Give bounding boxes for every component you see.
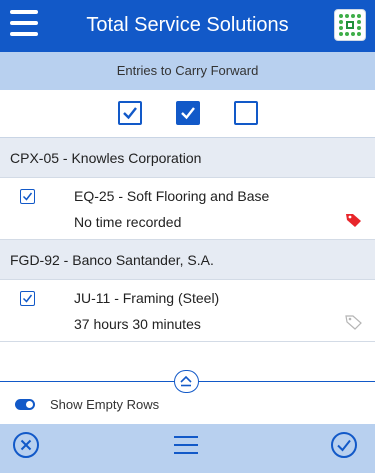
- entry-row[interactable]: JU-11 - Framing (Steel) 37 hours 30 minu…: [0, 280, 375, 342]
- check-circle-icon[interactable]: [330, 431, 358, 459]
- hamburger-menu-icon[interactable]: [10, 10, 38, 40]
- group-header: FGD-92 - Banco Santander, S.A.: [0, 240, 375, 280]
- app-header: Total Service Solutions: [0, 0, 375, 52]
- carry-forward-heading: Entries to Carry Forward: [0, 52, 375, 90]
- app-title: Total Service Solutions: [86, 14, 289, 36]
- entry-checkbox[interactable]: [20, 189, 35, 204]
- app-logo-icon[interactable]: [334, 9, 366, 41]
- tag-outline-icon[interactable]: [345, 314, 363, 335]
- tag-red-icon[interactable]: [345, 212, 363, 233]
- filter-checkbox-bar: [0, 90, 375, 138]
- show-empty-rows-setting: Show Empty Rows: [0, 392, 375, 424]
- bottom-toolbar: [0, 424, 375, 473]
- cancel-circle-icon[interactable]: [12, 431, 40, 459]
- entry-title: EQ-25 - Soft Flooring and Base: [74, 188, 270, 204]
- entry-time: 37 hours 30 minutes: [74, 316, 201, 332]
- collapse-up-icon[interactable]: [174, 370, 199, 393]
- entry-title: JU-11 - Framing (Steel): [74, 290, 220, 306]
- show-empty-rows-label: Show Empty Rows: [50, 397, 160, 412]
- show-empty-rows-toggle[interactable]: [15, 399, 35, 410]
- entry-checkbox[interactable]: [20, 291, 35, 306]
- list-menu-icon[interactable]: [172, 431, 200, 459]
- entry-time: No time recorded: [74, 214, 182, 230]
- entry-row[interactable]: EQ-25 - Soft Flooring and Base No time r…: [0, 178, 375, 240]
- filter-checkbox-outline-checked[interactable]: [118, 101, 142, 125]
- group-header: CPX-05 - Knowles Corporation: [0, 138, 375, 178]
- filter-checkbox-filled-checked[interactable]: [176, 101, 200, 125]
- filter-checkbox-unchecked[interactable]: [234, 101, 258, 125]
